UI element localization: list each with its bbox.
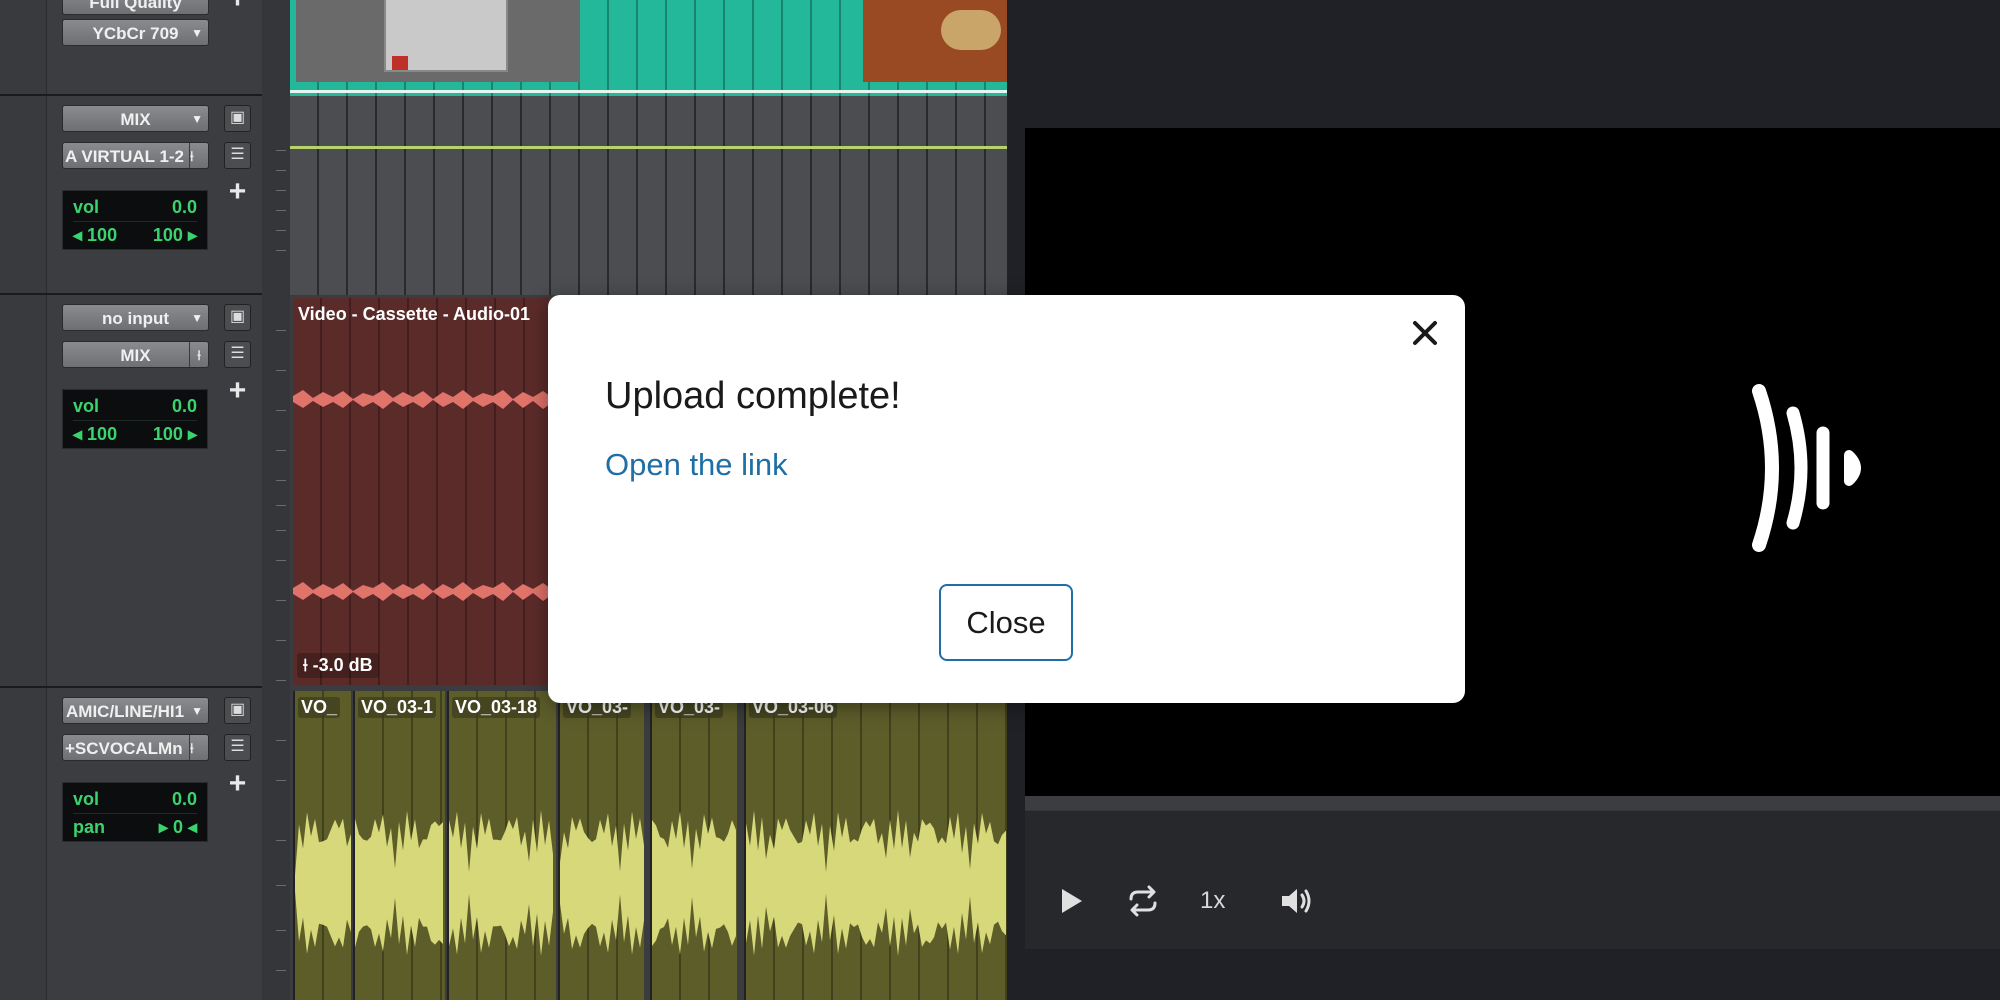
input-select-button[interactable]: no input ▼	[62, 304, 209, 331]
track-ruler	[262, 0, 291, 1000]
automation-line	[290, 146, 1007, 149]
output-select-button[interactable]: +SCVOCALMn ⟊	[62, 734, 209, 761]
clip-gain-display[interactable]: ⟊ -3.0 dB	[297, 653, 379, 678]
add-icon[interactable]: +	[224, 769, 251, 799]
vo-clip[interactable]: VO_	[293, 691, 351, 1000]
video-thumbnail	[863, 0, 1007, 82]
pan-right-value: 100 ▸	[152, 424, 197, 444]
video-track-controls: Full Quality + YCbCr 709 ▼	[0, 0, 262, 96]
input-select-button[interactable]: AMIC/LINE/HI1 ▼	[62, 697, 209, 724]
routing-icon: ⟊	[189, 342, 208, 367]
vo-waveform	[355, 810, 443, 956]
cassette-track-controls: no input ▼ ▣ MIX ⟊ ☰ + vol 0.0 ◂ 100 100 ▸	[0, 295, 262, 688]
pan-value: ▸ 0 ◂	[158, 817, 197, 837]
color-space-label: YCbCr 709	[92, 24, 179, 43]
color-space-button[interactable]: YCbCr 709 ▼	[62, 19, 209, 46]
volume-pan-display[interactable]: vol 0.0 ◂ 100 100 ▸	[62, 389, 208, 449]
comments-icon[interactable]: ☰	[224, 734, 251, 761]
output-select-label: +SCVOCALMn	[65, 739, 183, 758]
cassette-clip-label: Video - Cassette - Audio-01	[298, 304, 531, 324]
clip-gain-label: -3.0 dB	[312, 655, 373, 675]
vo-waveform	[449, 810, 553, 956]
input-select-label: MIX	[120, 110, 151, 129]
vol-value: 0.0	[171, 396, 197, 416]
track-options-icon[interactable]: ▣	[224, 697, 251, 724]
playback-speed[interactable]: 1x	[1200, 881, 1225, 921]
dropdown-arrow-icon: ▼	[191, 26, 203, 40]
vo-track-controls: AMIC/LINE/HI1 ▼ ▣ +SCVOCALMn ⟊ ☰ + vol 0.…	[0, 688, 262, 1000]
volume-pan-display[interactable]: vol 0.0 ◂ 100 100 ▸	[62, 190, 208, 250]
vol-label: vol	[73, 396, 100, 416]
comments-icon[interactable]: ☰	[224, 142, 251, 169]
vo-clip[interactable]: VO_03-06	[744, 691, 1007, 1000]
audio-wave-icon	[1752, 384, 1861, 552]
player-controls: 1x	[1025, 810, 2000, 949]
vo-waveform	[652, 811, 736, 955]
volume-icon[interactable]	[1275, 881, 1315, 921]
vo-track-lane[interactable]: VO_ VO_03-1 VO_03-18 VO_03- VO_03- VO_03-06	[290, 688, 1007, 1000]
vo-clip[interactable]: VO_03-	[650, 691, 738, 1000]
progress-scrubber[interactable]	[1025, 796, 2000, 810]
mix-track-controls: MIX ▼ ▣ A VIRTUAL 1-2 ⟊ ☰ + vol 0.0 ◂ 100…	[0, 96, 262, 295]
vol-value: 0.0	[171, 789, 197, 809]
output-select-button[interactable]: MIX ⟊	[62, 341, 209, 368]
routing-icon: ⟊	[189, 735, 208, 760]
vo-clip[interactable]: VO_03-18	[447, 691, 556, 1000]
vo-clip[interactable]: VO_03-	[558, 691, 644, 1000]
routing-icon: ⟊	[189, 143, 208, 168]
video-track-lane[interactable]	[290, 0, 1007, 96]
vol-label: vol	[73, 789, 100, 809]
vol-label: vol	[73, 197, 100, 217]
dropdown-arrow-icon: ▼	[191, 311, 203, 325]
vo-clip[interactable]: VO_03-1	[353, 691, 445, 1000]
close-button[interactable]: Close	[939, 584, 1073, 661]
video-quality-button[interactable]: Full Quality	[62, 0, 209, 15]
comments-icon[interactable]: ☰	[224, 341, 251, 368]
play-icon[interactable]	[1050, 881, 1090, 921]
pan-right-value: 100 ▸	[152, 225, 197, 245]
track-options-icon[interactable]: ▣	[224, 105, 251, 132]
dropdown-arrow-icon: ▼	[191, 704, 203, 718]
pan-label: pan	[73, 817, 106, 837]
close-icon[interactable]	[1405, 313, 1445, 353]
pan-left-value: ◂ 100	[73, 424, 118, 444]
output-select-button[interactable]: A VIRTUAL 1-2 ⟊	[62, 142, 209, 169]
gain-icon: ⟊	[303, 655, 308, 675]
dropdown-arrow-icon: ▼	[191, 112, 203, 126]
input-select-button[interactable]: MIX ▼	[62, 105, 209, 132]
video-quality-label: Full Quality	[89, 0, 182, 12]
upload-complete-dialog: Upload complete! Open the link Close	[548, 295, 1465, 703]
vol-value: 0.0	[171, 197, 197, 217]
video-thumbnail	[296, 0, 580, 82]
volume-pan-display[interactable]: vol 0.0 pan ▸ 0 ◂	[62, 782, 208, 842]
loop-icon[interactable]	[1123, 881, 1163, 921]
dialog-title: Upload complete!	[605, 375, 901, 417]
output-select-label: MIX	[120, 346, 151, 365]
vo-waveform	[560, 811, 644, 955]
vo-waveform	[746, 810, 1006, 956]
add-icon[interactable]: +	[224, 376, 251, 406]
add-icon[interactable]: +	[224, 0, 251, 14]
input-select-label: no input	[101, 309, 170, 328]
vo-waveform	[295, 812, 351, 954]
vo-clip-label: VO_03-1	[358, 697, 437, 718]
vo-clip-label: VO_03-18	[452, 697, 541, 718]
add-icon[interactable]: +	[224, 177, 251, 207]
mix-track-lane[interactable]	[290, 96, 1007, 295]
pan-left-value: ◂ 100	[73, 225, 118, 245]
output-select-label: A VIRTUAL 1-2	[65, 147, 185, 166]
input-select-label: AMIC/LINE/HI1	[66, 702, 185, 721]
track-options-icon[interactable]: ▣	[224, 304, 251, 331]
open-link[interactable]: Open the link	[605, 447, 788, 483]
vo-clip-label: VO_	[298, 697, 341, 718]
